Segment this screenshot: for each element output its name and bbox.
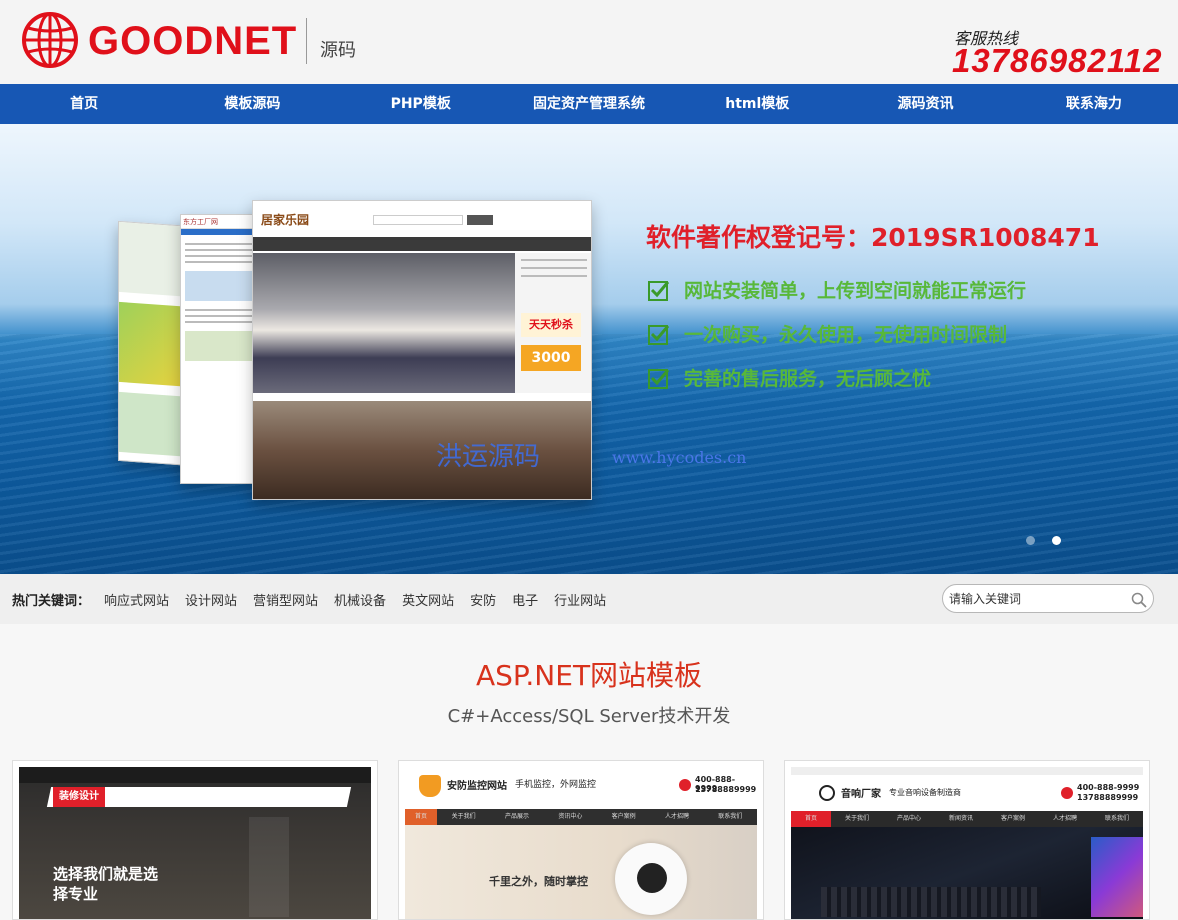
mockup-front: 居家乐园 天天秒杀 3000 xyxy=(252,200,592,500)
card-1-brand: 装修设计 xyxy=(53,787,105,807)
template-preview-1[interactable]: 装修设计 选择我们就是选 择专业 xyxy=(19,767,371,919)
search-input[interactable] xyxy=(949,589,1119,609)
card-3-nav-item: 人才招聘 xyxy=(1052,815,1077,822)
nav-item-html[interactable]: html模板 xyxy=(673,84,841,124)
mockup-price: 3000 xyxy=(521,345,581,371)
section-title: ASP.NET网站模板 xyxy=(475,659,703,692)
card-3-brand-sub: 专业音响设备制造商 xyxy=(889,788,961,797)
phone-icon xyxy=(1061,787,1073,799)
card-2-slogan: 千里之外，随时掌控 xyxy=(489,875,588,888)
card-2-nav-item: 联系我们 xyxy=(718,813,743,820)
keyword-link[interactable]: 安防 xyxy=(470,590,496,609)
mockup-middle: 东方工厂网 xyxy=(180,214,260,484)
card-2-nav-item: 关于我们 xyxy=(451,813,476,820)
feature-2-text: 一次购买，永久使用，无使用时间限制 xyxy=(684,324,1008,346)
hotline-number: 13786982112 xyxy=(952,42,1163,79)
hero-banner[interactable]: 东方工厂网 居家乐园 天天秒杀 3000 软件著作权登记号：2019SR1008… xyxy=(0,124,1178,574)
card-2-nav-item: 客户案例 xyxy=(611,813,636,820)
card-3-nav-item: 产品中心 xyxy=(896,815,921,822)
feature-3-text: 完善的售后服务，无后顾之忧 xyxy=(684,368,932,390)
keyword-link[interactable]: 机械设备 xyxy=(334,590,386,609)
keyword-label: 热门关键词： xyxy=(12,594,91,609)
card-3-phone-2: 13788889999 xyxy=(1077,793,1139,802)
mockup-middle-title: 东方工厂网 xyxy=(181,215,259,229)
card-3-nav-item: 客户案例 xyxy=(1000,815,1025,822)
template-card-3[interactable]: 音响厂家 专业音响设备制造商 400-888-9999 13788889999 … xyxy=(784,760,1150,920)
keyword-link[interactable]: 电子 xyxy=(512,590,538,609)
search-icon[interactable] xyxy=(1131,592,1147,608)
nav-item-asset-system[interactable]: 固定资产管理系统 xyxy=(505,84,673,124)
nav-item-contact[interactable]: 联系海力 xyxy=(1010,84,1178,124)
keyword-link[interactable]: 行业网站 xyxy=(554,590,606,609)
card-1-tagline: 选择我们就是选 xyxy=(53,865,159,883)
card-3-brand: 音响厂家 xyxy=(841,789,881,800)
card-3-nav-item: 关于我们 xyxy=(844,815,869,822)
card-2-phone-2: 13788889999 xyxy=(695,785,757,794)
check-icon xyxy=(648,369,670,389)
card-3-nav-item: 新闻资讯 xyxy=(948,815,973,822)
card-1-tagline-2: 择专业 xyxy=(53,885,99,903)
card-2-nav-item: 产品展示 xyxy=(504,813,529,820)
keyword-list: 响应式网站 设计网站 营销型网站 机械设备 英文网站 安防 电子 行业网站 xyxy=(104,590,622,609)
nav-item-home[interactable]: 首页 xyxy=(0,84,168,124)
security-logo-icon xyxy=(419,775,441,797)
feature-3: 完善的售后服务，无后顾之忧 xyxy=(648,364,931,391)
card-3-phone-1: 400-888-9999 xyxy=(1077,783,1140,792)
template-card-1[interactable]: 装修设计 选择我们就是选 择专业 xyxy=(12,760,378,920)
check-icon xyxy=(648,281,670,301)
check-icon xyxy=(648,325,670,345)
feature-1-text: 网站安装简单，上传到空间就能正常运行 xyxy=(684,280,1027,302)
card-2-nav-item: 人才招聘 xyxy=(664,813,689,820)
search-box xyxy=(942,584,1154,613)
brand-subtitle: 源码 xyxy=(320,40,356,61)
logo-divider xyxy=(306,18,307,64)
section-subtitle: C#+Access/SQL Server技术开发 xyxy=(447,706,731,727)
site-header: GOODNET 源码 客服热线 13786982112 xyxy=(0,0,1178,84)
keyword-link[interactable]: 英文网站 xyxy=(402,590,454,609)
slide-dot-2[interactable] xyxy=(1052,536,1061,545)
card-3-nav-item: 联系我们 xyxy=(1104,815,1129,822)
phone-icon xyxy=(679,779,691,791)
watermark-url: www.hycodes.cn xyxy=(612,448,747,467)
main-nav: 首页 模板源码 PHP模板 固定资产管理系统 html模板 源码资讯 联系海力 xyxy=(0,84,1178,124)
nav-item-php[interactable]: PHP模板 xyxy=(337,84,505,124)
card-2-nav-item: 首页 xyxy=(405,809,437,825)
card-2-nav-item: 资讯中心 xyxy=(558,813,583,820)
mockup-front-title: 居家乐园 xyxy=(261,213,310,227)
speaker-logo-icon xyxy=(819,785,835,801)
template-preview-3[interactable]: 音响厂家 专业音响设备制造商 400-888-9999 13788889999 … xyxy=(791,767,1143,919)
banner-title: 软件著作权登记号：2019SR1008471 xyxy=(646,223,1100,252)
card-2-brand-sub: 手机监控，外网监控 xyxy=(515,780,597,790)
feature-2: 一次购买，永久使用，无使用时间限制 xyxy=(648,320,1007,347)
brand-name[interactable]: GOODNET xyxy=(88,18,297,64)
mockup-flash-sale: 天天秒杀 xyxy=(521,313,581,337)
feature-1: 网站安装简单，上传到空间就能正常运行 xyxy=(648,276,1026,303)
card-2-nav: 首页 关于我们 产品展示 资讯中心 客户案例 人才招聘 联系我们 xyxy=(405,809,757,825)
card-3-nav-item: 首页 xyxy=(791,811,831,827)
template-preview-2[interactable]: 安防监控网站 手机监控，外网监控 400-888-9999 1378888999… xyxy=(405,767,757,919)
nav-item-templates[interactable]: 模板源码 xyxy=(168,84,336,124)
keyword-link[interactable]: 设计网站 xyxy=(185,590,237,609)
slide-dot-1[interactable] xyxy=(1026,536,1035,545)
globe-logo-icon[interactable] xyxy=(22,12,78,68)
card-2-brand: 安防监控网站 xyxy=(447,781,507,792)
keyword-link[interactable]: 营销型网站 xyxy=(253,590,318,609)
template-card-2[interactable]: 安防监控网站 手机监控，外网监控 400-888-9999 1378888999… xyxy=(398,760,764,920)
nav-item-news[interactable]: 源码资讯 xyxy=(841,84,1009,124)
watermark-text: 洪运源码 xyxy=(436,442,541,472)
card-3-nav: 首页 关于我们 产品中心 新闻资讯 客户案例 人才招聘 联系我们 xyxy=(791,811,1143,827)
keyword-link[interactable]: 响应式网站 xyxy=(104,590,169,609)
